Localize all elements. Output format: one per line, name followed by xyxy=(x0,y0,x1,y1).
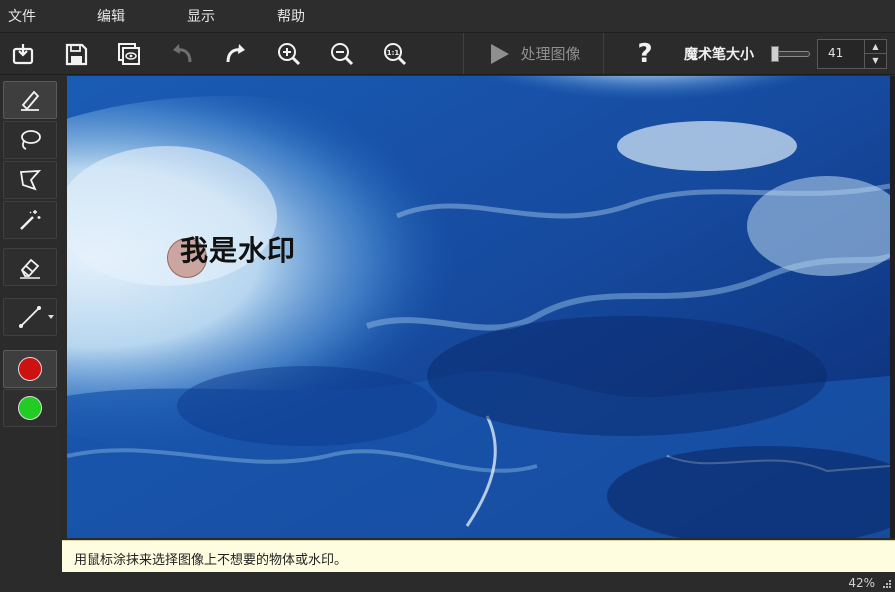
menu-bar: 文件 编辑 显示 帮助 xyxy=(0,0,895,33)
menu-view[interactable]: 显示 xyxy=(187,6,215,26)
green-color-swatch[interactable] xyxy=(3,389,57,427)
zoom-out-button[interactable] xyxy=(325,37,359,71)
lasso-tool[interactable] xyxy=(3,121,57,159)
magic-wand-tool[interactable] xyxy=(3,201,57,239)
image-canvas[interactable]: 我是水印 xyxy=(62,76,895,538)
menu-file[interactable]: 文件 xyxy=(8,6,36,26)
spin-down-button[interactable]: ▼ xyxy=(864,54,886,68)
preview-button[interactable] xyxy=(112,37,146,71)
eraser-icon xyxy=(20,258,40,279)
zoom-actual-label: 1:1 xyxy=(387,49,400,57)
line-options-dropdown[interactable] xyxy=(48,315,54,319)
brush-size-slider[interactable] xyxy=(771,46,811,62)
line-icon xyxy=(19,306,41,328)
menu-edit[interactable]: 编辑 xyxy=(97,6,125,26)
help-button[interactable]: ? xyxy=(628,37,662,71)
spin-up-button[interactable]: ▲ xyxy=(864,40,886,54)
toolbar: 1:1 处理图像 ? 魔术笔大小 41 ▲ ▼ xyxy=(0,33,895,75)
red-color-swatch[interactable] xyxy=(3,350,57,388)
slider-thumb[interactable] xyxy=(771,46,779,62)
open-file-button[interactable] xyxy=(6,37,40,71)
zoom-in-button[interactable] xyxy=(272,37,306,71)
magic-wand-icon xyxy=(20,210,41,230)
brush-size-label: 魔术笔大小 xyxy=(684,47,754,63)
eraser-tool[interactable] xyxy=(3,248,57,286)
zoom-1to1-icon: 1:1 xyxy=(384,43,407,66)
undo-button[interactable] xyxy=(165,37,199,71)
save-button[interactable] xyxy=(59,37,93,71)
ocean-waves-image xyxy=(67,76,890,538)
watermark-text: 我是水印 xyxy=(180,234,297,267)
zoom-level: 42% xyxy=(848,576,875,590)
lasso-icon xyxy=(21,130,41,150)
redo-icon xyxy=(226,44,245,63)
line-tool[interactable] xyxy=(3,298,57,336)
zoom-out-icon xyxy=(331,43,354,66)
open-file-icon xyxy=(12,44,34,65)
polygon-lasso-icon xyxy=(19,169,42,191)
save-icon xyxy=(65,43,88,66)
red-color-dot xyxy=(18,357,42,381)
process-image-label: 处理图像 xyxy=(520,45,581,63)
marker-icon xyxy=(21,90,40,111)
process-image-button[interactable]: 处理图像 xyxy=(463,33,604,74)
marker-tool[interactable] xyxy=(3,81,57,119)
brush-size-value: 41 xyxy=(828,46,844,60)
redo-button[interactable] xyxy=(219,37,253,71)
tool-panel xyxy=(0,76,62,592)
green-color-dot xyxy=(18,396,42,420)
zoom-in-icon xyxy=(278,43,301,66)
undo-icon xyxy=(173,44,192,63)
resize-grip-icon[interactable] xyxy=(882,579,892,589)
status-bar: 42% xyxy=(0,572,895,592)
ocean-image[interactable]: 我是水印 xyxy=(67,76,890,538)
hint-bar: 用鼠标涂抹来选择图像上不想要的物体或水印。 xyxy=(62,540,895,572)
polygon-lasso-tool[interactable] xyxy=(3,161,57,199)
hint-text: 用鼠标涂抹来选择图像上不想要的物体或水印。 xyxy=(74,553,348,568)
preview-icon xyxy=(118,43,140,65)
brush-size-spinbox[interactable]: 41 ▲ ▼ xyxy=(817,39,887,69)
slider-track xyxy=(775,51,810,57)
zoom-actual-button[interactable]: 1:1 xyxy=(378,37,412,71)
menu-help[interactable]: 帮助 xyxy=(277,6,305,26)
play-icon xyxy=(491,43,510,64)
